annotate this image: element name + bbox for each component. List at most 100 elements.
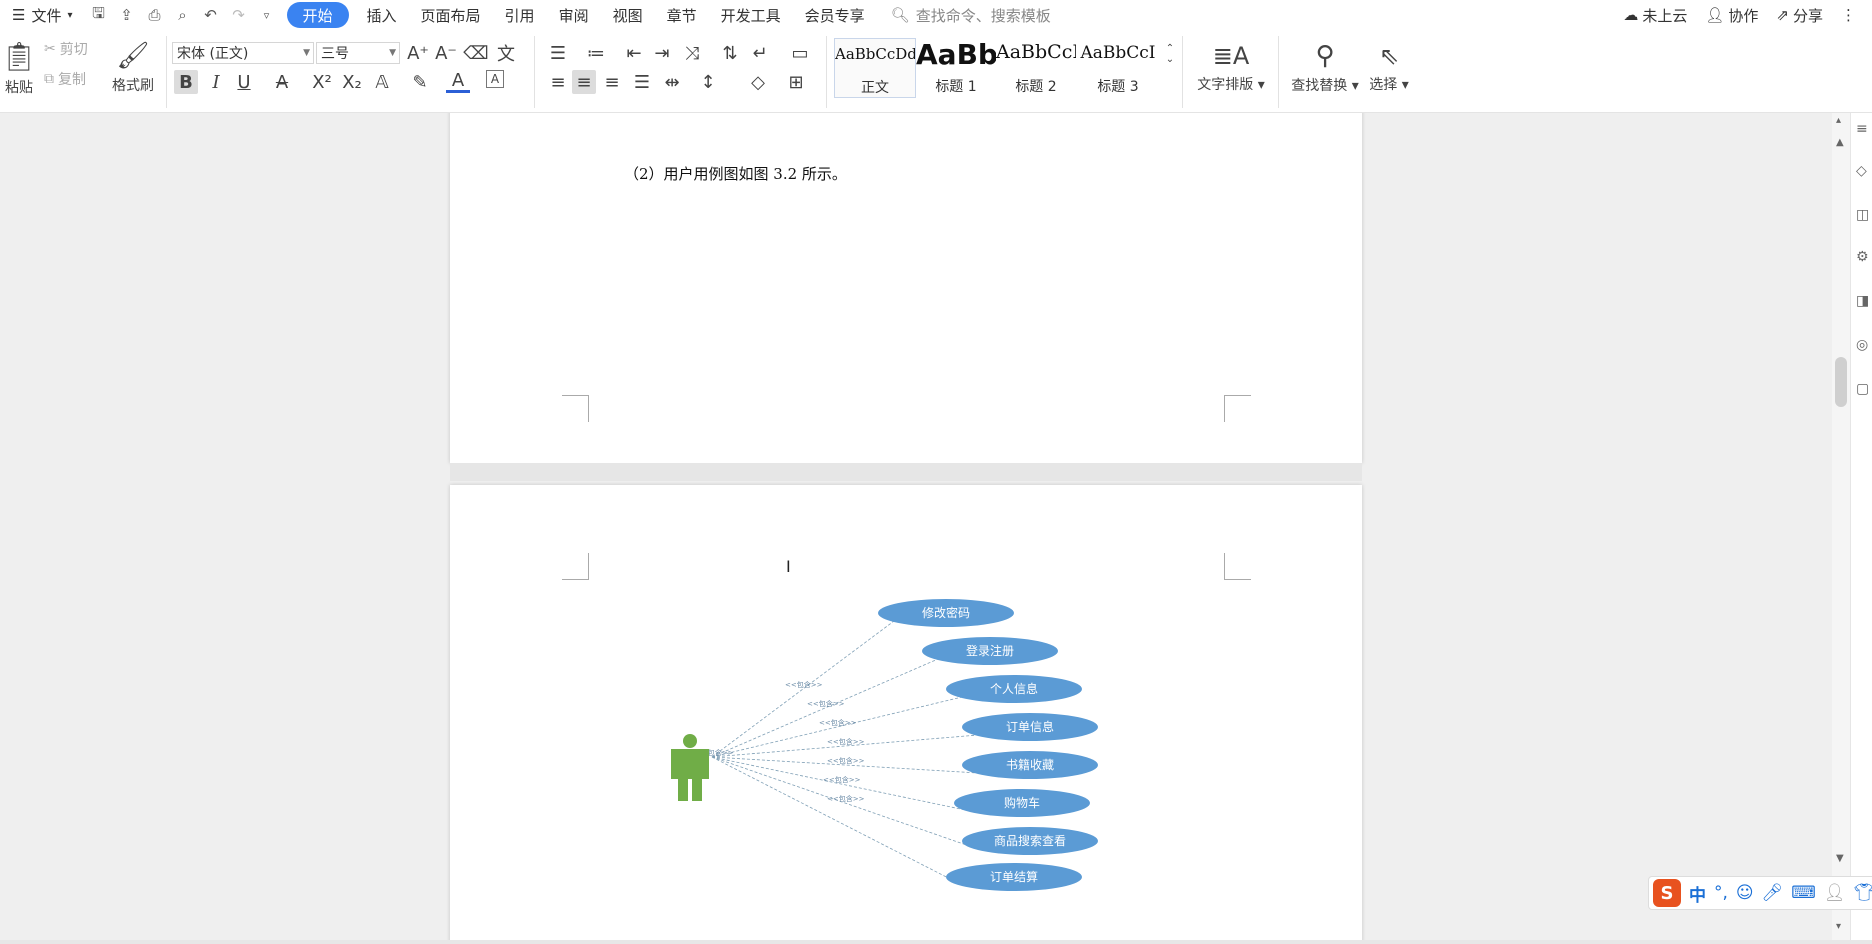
align-left-icon[interactable]: ≡: [546, 70, 570, 94]
text-layout-button[interactable]: ≣A 文字排版 ▾: [1192, 36, 1270, 100]
ruler-icon[interactable]: ▭: [788, 41, 812, 65]
margin-corner: [562, 395, 589, 422]
ime-toolbar[interactable]: S 中 °, ☺ 🎤︎ ⌨ 👤︎ 👕︎: [1648, 876, 1872, 910]
tab-insert[interactable]: 插入: [355, 0, 409, 30]
style-heading1[interactable]: AaBb 标题 1: [916, 38, 996, 96]
sidebar-tool-icon[interactable]: ◫: [1856, 207, 1869, 223]
justify-icon[interactable]: ☰: [630, 70, 654, 94]
grow-font-icon[interactable]: A⁺: [406, 41, 430, 65]
sidebar-tool-icon[interactable]: ▢: [1856, 381, 1869, 397]
highlight-icon[interactable]: ✎: [408, 70, 432, 94]
export-icon[interactable]: ⇪: [116, 4, 138, 26]
emoji-icon[interactable]: ☺: [1736, 883, 1754, 903]
customize-toolbar-icon[interactable]: ▿: [256, 4, 278, 26]
scroll-thumb[interactable]: [1835, 357, 1847, 407]
sidebar-tool-icon[interactable]: ◇: [1856, 163, 1867, 179]
style-heading2[interactable]: AaBbCcI 标题 2: [996, 38, 1076, 96]
file-menu[interactable]: ☰ 文件 ▾: [0, 0, 85, 30]
sidebar-tool-icon[interactable]: ◎: [1856, 337, 1868, 353]
align-right-icon[interactable]: ≡: [600, 70, 624, 94]
phonetic-icon[interactable]: 文: [494, 41, 518, 65]
scroll-up-icon[interactable]: ▲: [1836, 137, 1844, 148]
scroll-up-icon[interactable]: ▴: [1836, 115, 1841, 126]
scroll-down-icon[interactable]: ▼: [1836, 853, 1844, 864]
share-button[interactable]: ⇗ 分享: [1776, 5, 1823, 26]
cut-button[interactable]: ✂ 剪切: [44, 38, 88, 60]
underline-button[interactable]: U: [232, 70, 256, 94]
ime-punctuation[interactable]: °,: [1714, 883, 1728, 903]
ribbon-divider: [1182, 36, 1183, 108]
font-color-icon[interactable]: A: [446, 70, 470, 93]
superscript-icon[interactable]: X²: [310, 70, 334, 94]
vertical-scrollbar[interactable]: ▴ ▲ ▼ ▾: [1832, 113, 1850, 944]
paragraph-text[interactable]: （2）用户用例图如图 3.2 所示。: [624, 163, 847, 184]
distribute-icon[interactable]: ⇹: [660, 70, 684, 94]
sidebar-tool-icon[interactable]: ≡: [1856, 121, 1868, 137]
clear-format-icon[interactable]: ⌫: [463, 41, 488, 65]
chinese-layout-icon[interactable]: ⤨: [680, 41, 704, 65]
user-icon[interactable]: 👤︎: [1824, 883, 1846, 903]
more-menu-icon[interactable]: ⋮: [1841, 6, 1856, 24]
tab-chapter[interactable]: 章节: [655, 0, 709, 30]
paste-button[interactable]: 📋︎ 粘贴: [0, 36, 38, 100]
subscript-icon[interactable]: X₂: [340, 70, 364, 94]
save-icon[interactable]: 🖫: [88, 4, 110, 26]
chevron-down-icon: ▼: [303, 48, 310, 58]
chevron-down-icon: ▼: [389, 48, 396, 58]
ime-language[interactable]: 中: [1689, 881, 1706, 906]
ribbon-divider: [1278, 36, 1279, 108]
document-area[interactable]: （2）用户用例图如图 3.2 所示。 <<包含>> <<包含>> <<包含>> <<包…: [0, 113, 1832, 944]
format-painter-button[interactable]: 🖌︎ 格式刷: [108, 36, 158, 100]
print-icon[interactable]: ⎙: [144, 4, 166, 26]
right-sidebar: ≡ ◇ ◫ ⚙ ◨ ◎ ▢: [1850, 113, 1872, 944]
increase-indent-icon[interactable]: ⇥: [650, 41, 674, 65]
sidebar-tool-icon[interactable]: ◨: [1856, 293, 1869, 309]
cloud-status-button[interactable]: ☁ 未上云: [1623, 5, 1687, 26]
tab-member[interactable]: 会员专享: [793, 0, 877, 30]
find-replace-button[interactable]: ⚲ 查找替换 ▾: [1286, 36, 1364, 100]
char-border-icon[interactable]: A: [486, 70, 504, 88]
styles-scroll-icon[interactable]: ⌃ ⌄: [1158, 42, 1182, 66]
microphone-icon[interactable]: 🎤︎: [1762, 883, 1784, 903]
relations: <<包含>> <<包含>> <<包含>> <<包含>> <<包含>> <<包含>> <<包含…: [696, 620, 979, 886]
tab-home[interactable]: 开始: [286, 2, 349, 28]
select-button[interactable]: ⇖ 选择 ▾: [1364, 36, 1414, 100]
text-effect-icon[interactable]: 𝔸: [370, 70, 394, 94]
align-center-icon[interactable]: ≡: [572, 70, 596, 94]
decrease-indent-icon[interactable]: ⇤: [622, 41, 646, 65]
strikethrough-icon[interactable]: A: [270, 70, 294, 94]
keyboard-icon[interactable]: ⌨: [1791, 883, 1816, 903]
sidebar-tool-icon[interactable]: ⚙: [1856, 249, 1869, 265]
use-case-label: 登录注册: [966, 643, 1014, 658]
command-search[interactable]: 🔍︎ 查找命令、搜索模板: [877, 5, 1051, 26]
tab-developer[interactable]: 开发工具: [709, 0, 793, 30]
scroll-down-icon[interactable]: ▾: [1836, 921, 1841, 932]
font-family-select[interactable]: 宋体 (正文) ▼: [172, 42, 314, 64]
style-heading3[interactable]: AaBbCcI 标题 3: [1078, 38, 1158, 96]
copy-button[interactable]: ⧉ 复制: [44, 68, 86, 90]
tab-page-layout[interactable]: 页面布局: [409, 0, 493, 30]
shrink-font-icon[interactable]: A⁻: [434, 41, 458, 65]
redo-icon[interactable]: ↷: [228, 4, 250, 26]
tab-references[interactable]: 引用: [493, 0, 547, 30]
italic-button[interactable]: I: [204, 70, 228, 94]
borders-icon[interactable]: ⊞: [784, 70, 808, 94]
numbered-list-icon[interactable]: ≔: [584, 41, 608, 65]
line-spacing-icon[interactable]: ↕: [696, 70, 720, 94]
collaborate-button[interactable]: 👤︎ 协作: [1705, 5, 1758, 26]
tab-view[interactable]: 视图: [601, 0, 655, 30]
use-case-diagram[interactable]: <<包含>> <<包含>> <<包含>> <<包含>> <<包含>> <<包含>> <<包含…: [450, 485, 1362, 944]
skin-icon[interactable]: 👕︎: [1853, 883, 1872, 903]
undo-icon[interactable]: ↶: [200, 4, 222, 26]
sort-icon[interactable]: ⇅: [718, 41, 742, 65]
print-preview-icon[interactable]: ⌕: [172, 4, 194, 26]
page-2[interactable]: <<包含>> <<包含>> <<包含>> <<包含>> <<包含>> <<包含>> <<包含…: [450, 485, 1362, 944]
bold-button[interactable]: B: [174, 70, 198, 94]
show-marks-icon[interactable]: ↵: [748, 41, 772, 65]
tab-review[interactable]: 审阅: [547, 0, 601, 30]
shading-icon[interactable]: ◇: [746, 70, 770, 94]
font-size-select[interactable]: 三号 ▼: [316, 42, 400, 64]
style-normal[interactable]: AaBbCcDd 正文: [834, 38, 916, 98]
page-1[interactable]: （2）用户用例图如图 3.2 所示。: [450, 113, 1362, 463]
bullet-list-icon[interactable]: ☰: [546, 41, 570, 65]
